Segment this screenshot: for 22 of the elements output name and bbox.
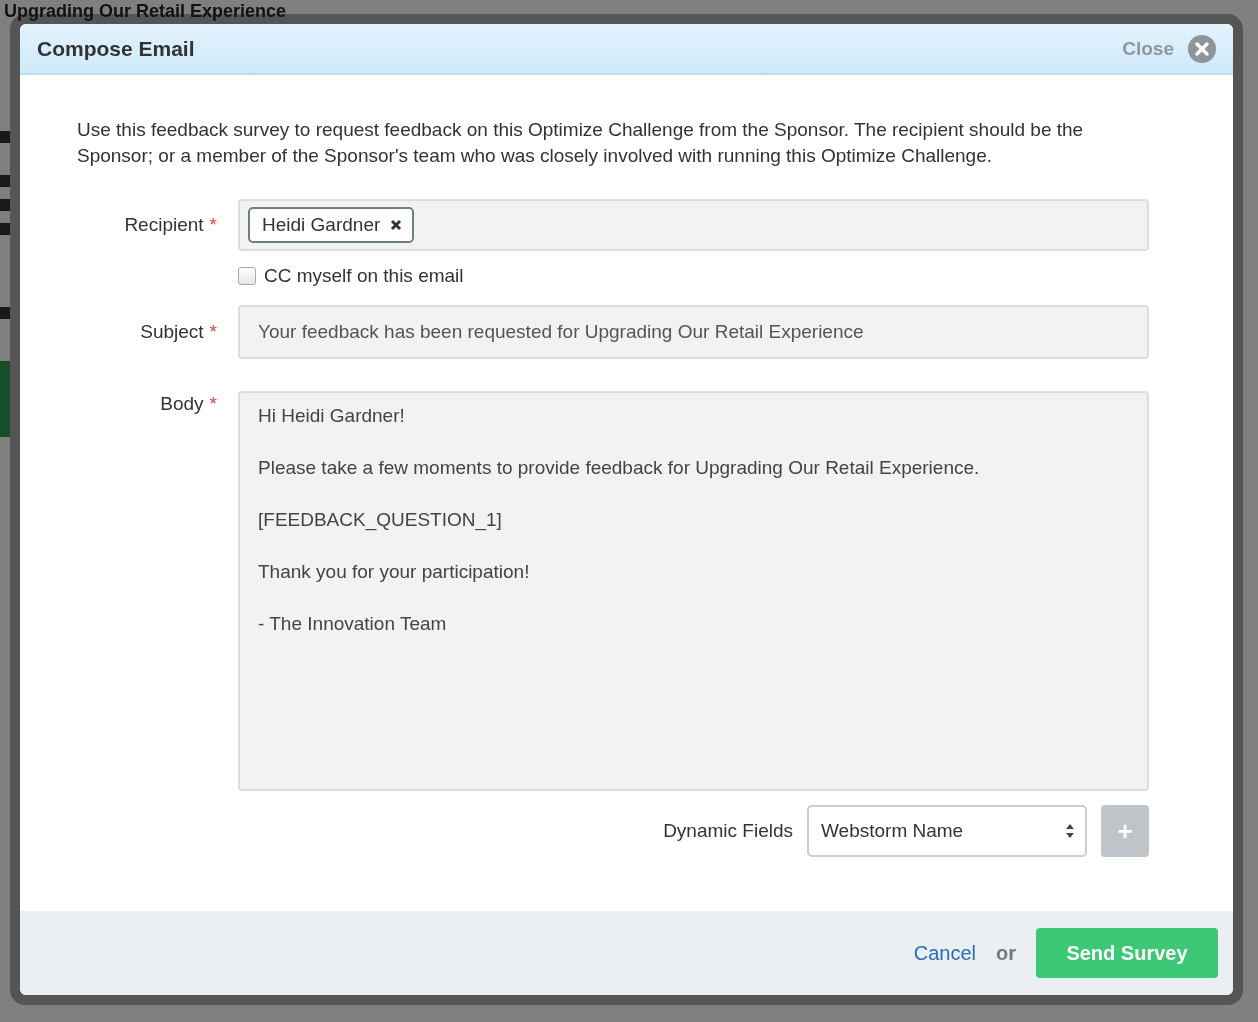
recipient-tag[interactable]: Heidi Gardner — [248, 207, 415, 243]
required-asterisk: * — [209, 393, 217, 415]
cc-label: CC myself on this email — [264, 265, 464, 287]
dynamic-fields-label: Dynamic Fields — [663, 820, 793, 842]
page-title: Upgrading Our Retail Experience — [3, 0, 287, 21]
body-field[interactable]: Hi Heidi Gardner! Please take a few moments to provide feedback for Upgrading Our Retail Experience. [FEEDBACK_QUESTION_1] Thank you for your participation! - The Innovation Team — [238, 391, 1149, 791]
intro-text: Use this feedback survey to request feedback on this Optimize Challenge from the Sponsor. The recipient should be the Sponsor; or a member of the Sponsor's team who was closely involved with running this Optimize Challenge. — [77, 118, 1085, 168]
cc-checkbox[interactable] — [238, 267, 256, 285]
field-label: Body — [160, 393, 204, 415]
close-icon — [1188, 34, 1216, 63]
dynamic-field-select[interactable]: Webstorm Name — [807, 805, 1087, 857]
field-label: Subject — [140, 321, 204, 343]
cancel-link[interactable]: Cancel — [913, 941, 976, 965]
required-asterisk: * — [209, 214, 217, 236]
remove-icon[interactable] — [390, 219, 403, 231]
subject-field[interactable]: Your feedback has been requested for Upgrading Our Retail Experience — [238, 305, 1149, 359]
sort-arrows-icon — [1065, 822, 1075, 840]
field-label: Recipient — [124, 214, 204, 236]
recipient-field[interactable]: Heidi Gardner — [238, 199, 1149, 251]
dialog-title: Compose Email — [37, 36, 195, 61]
or-text: or — [996, 941, 1016, 965]
required-asterisk: * — [209, 321, 217, 343]
